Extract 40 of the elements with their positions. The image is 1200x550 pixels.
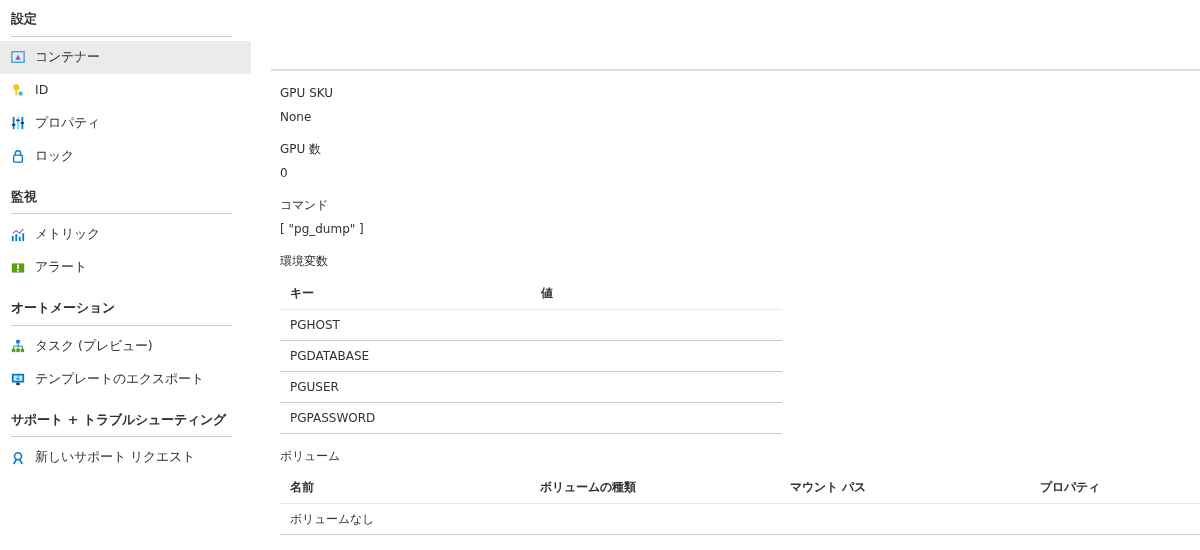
section-heading: オートメーション (11, 298, 232, 326)
field-value: 0 (280, 165, 289, 182)
hierarchy-icon (11, 339, 25, 353)
table-cell: PGPASSWORD (280, 402, 531, 433)
table-cell: PGHOST (280, 309, 531, 340)
empty-message: ボリュームなし (280, 503, 1200, 535)
field-label: GPU SKU (280, 85, 335, 102)
container-icon (11, 50, 25, 64)
column-header: マウント パス (780, 471, 1030, 504)
sidebar-item[interactable]: ロック (0, 139, 251, 173)
lock-icon (11, 149, 25, 163)
section-title: ボリューム (280, 447, 341, 465)
sidebar-item[interactable]: アラート (0, 251, 251, 284)
section-title: 環境変数 (280, 253, 329, 270)
key-icon (11, 83, 25, 97)
section-heading: 監視 (11, 186, 232, 214)
column-header: ボリュームの種類 (530, 471, 780, 504)
sidebar-item[interactable]: メトリック (0, 218, 251, 251)
column-header: プロパティ (1030, 471, 1200, 504)
sidebar-item[interactable]: 新しいサポート リクエスト (0, 441, 251, 474)
section-heading: 設定 (11, 9, 232, 37)
field-label: コマンド (280, 197, 329, 214)
table-cell: PGUSER (280, 371, 531, 402)
table-cell: PGDATABASE (280, 340, 531, 371)
column-header: 値 (531, 277, 782, 309)
sidebar-item[interactable]: コンテナー (0, 40, 251, 74)
field-value: [ "pg_dump" ] (280, 221, 365, 238)
support-icon (11, 450, 25, 465)
field-value: None (280, 109, 313, 126)
column-header: キー (280, 277, 531, 309)
sidebar-item[interactable]: タスク (プレビュー) (0, 329, 251, 363)
sliders-icon (11, 116, 25, 130)
field-label: GPU 数 (280, 141, 323, 158)
column-header: 名前 (280, 471, 530, 504)
sidebar-item[interactable]: テンプレートのエクスポート (0, 362, 251, 396)
bar-chart-icon (11, 227, 25, 242)
monitor-icon (11, 372, 25, 386)
section-heading: サポート + トラブルシューティング (11, 409, 232, 437)
sidebar-item[interactable]: ID (0, 73, 251, 107)
sidebar-item[interactable]: プロパティ (0, 106, 251, 140)
